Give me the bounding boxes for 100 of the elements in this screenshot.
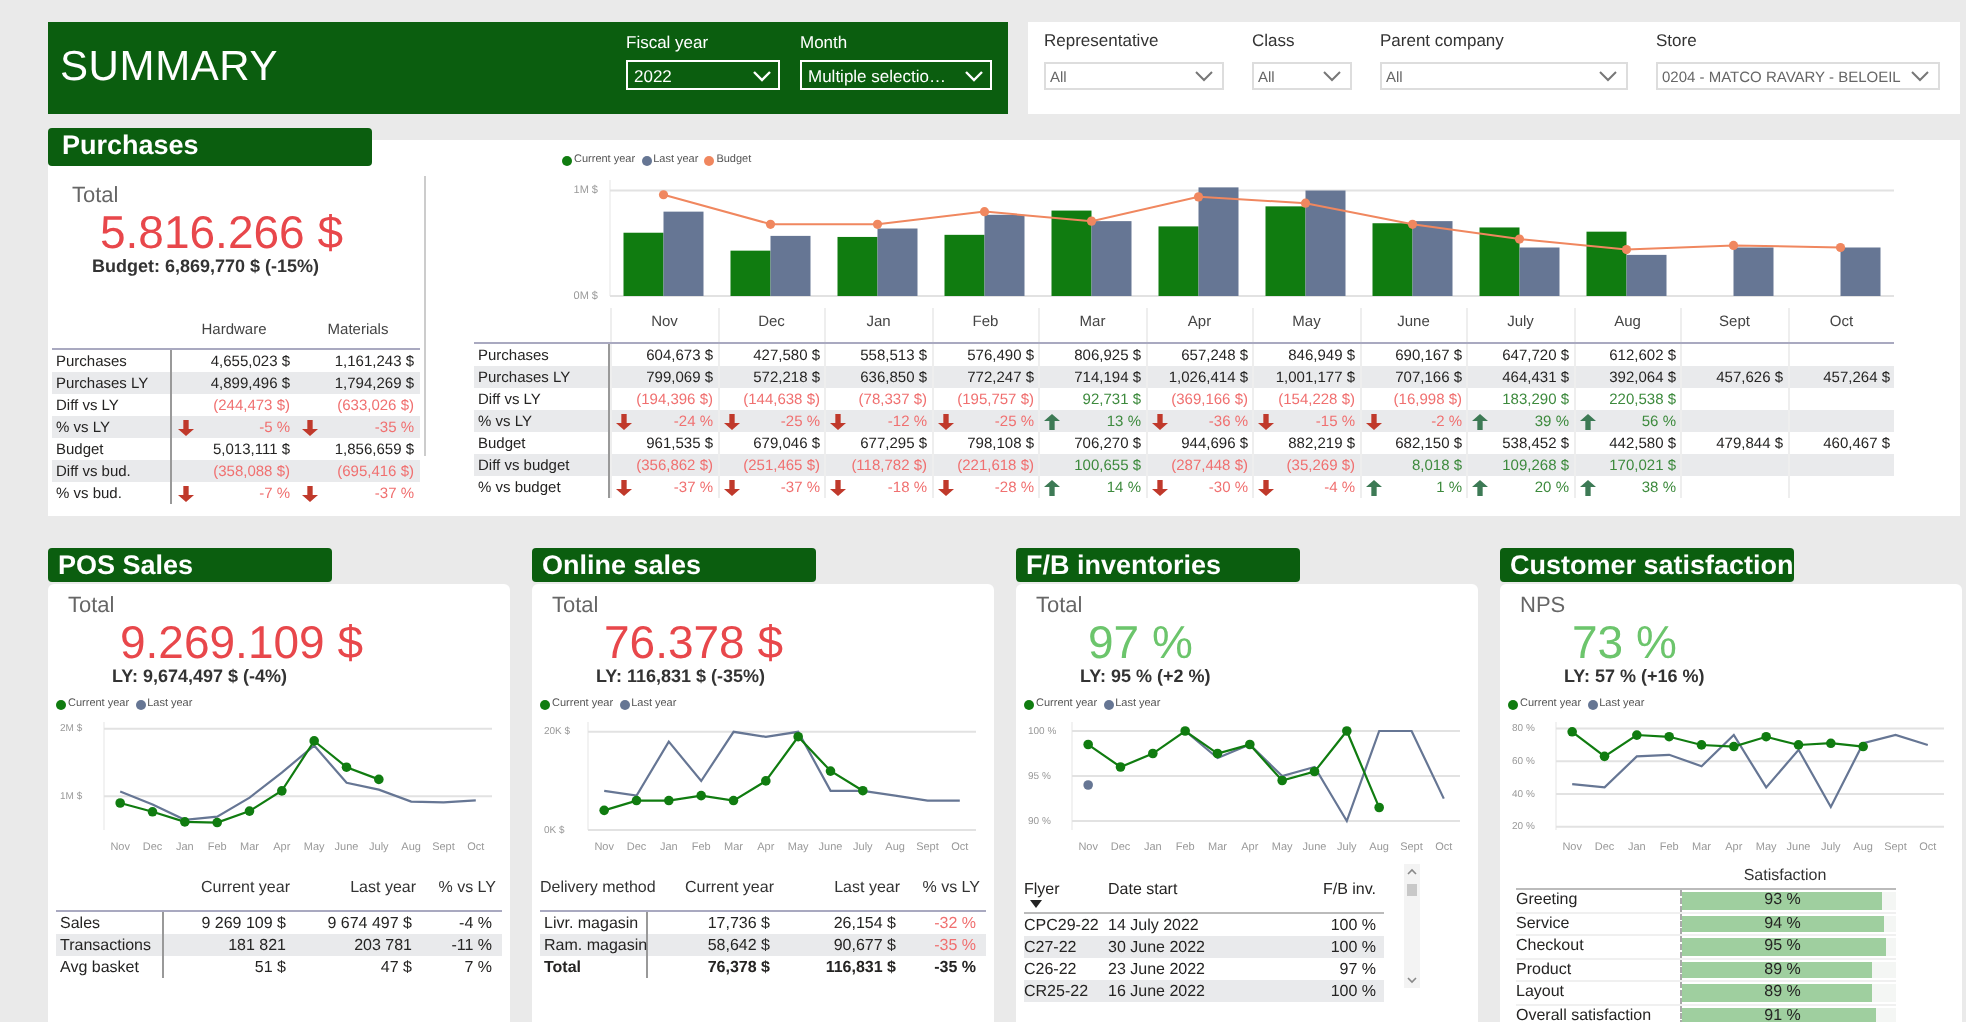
point (1309, 766, 1320, 777)
column-header[interactable]: Flyer (1024, 876, 1108, 912)
up-arrow-icon (1044, 479, 1060, 495)
comparison-text: Budget: 6,869,770 $ (-15%) (90, 256, 322, 276)
table-cell-text: 51 $ (252, 956, 288, 978)
column-header: % vs LY (920, 876, 980, 900)
section-title: Purchases (48, 128, 372, 166)
total-value: 76.378 $ (602, 618, 786, 666)
point (1115, 762, 1126, 772)
total-label: Total (550, 594, 601, 618)
point (374, 774, 384, 785)
point (1729, 741, 1739, 752)
point (1567, 727, 1577, 737)
up-arrow-icon (1579, 479, 1595, 495)
table-cell-text: 89 % (1762, 982, 1803, 1003)
up-arrow-icon (1579, 413, 1595, 429)
filter-label: Store (1656, 30, 1699, 50)
down-arrow-icon (616, 479, 632, 495)
row-label: Total (540, 956, 648, 978)
down-arrow-icon (1151, 479, 1167, 495)
table-cell-text: 7 % (462, 956, 494, 978)
point (309, 736, 319, 746)
table-cell-text: -4 % (457, 912, 494, 934)
chevron-icon (752, 69, 772, 81)
filter-label: Month (800, 32, 850, 52)
point (1728, 240, 1739, 250)
point (1212, 748, 1223, 759)
point (1858, 741, 1868, 752)
table-cell-text: 58,642 $ (705, 934, 772, 956)
table-cell-text: -35 % (932, 934, 978, 956)
point (858, 785, 868, 796)
down-arrow-icon (937, 479, 953, 495)
table-cell-text: 16 June 2022 (1108, 980, 1207, 1002)
point (1835, 242, 1846, 253)
table-cell-text: 97 % (1337, 958, 1378, 980)
point (1277, 775, 1287, 786)
point (147, 806, 158, 817)
down-arrow-icon (1258, 413, 1274, 429)
total-value: 73 % (1570, 618, 1679, 666)
down-arrow-icon (302, 485, 318, 501)
sort-icon[interactable] (1030, 900, 1042, 908)
down-arrow-icon (1151, 413, 1167, 429)
table-cell-text: 26,154 $ (831, 912, 898, 934)
table-cell-text: 203 781 (352, 934, 414, 956)
row-label: Transactions (56, 934, 164, 956)
up-arrow-icon (1044, 413, 1060, 429)
table-cell-text: 116,831 $ (823, 956, 898, 978)
comparison-text: LY: 116,831 $ (-35%) (594, 666, 768, 686)
row-label: Avg basket (56, 956, 164, 978)
point (1148, 748, 1158, 759)
table-cell-text: 17,736 $ (705, 912, 772, 934)
bar (944, 234, 985, 296)
point (765, 219, 776, 229)
down-arrow-icon (830, 413, 846, 429)
section-title: Customer satisfaction (1500, 548, 1794, 582)
bar (730, 250, 771, 296)
bar (1412, 221, 1453, 296)
point (1374, 802, 1384, 813)
filter-label: Class (1252, 30, 1297, 50)
point (1300, 198, 1311, 208)
table-cell-text: 100 % (1328, 936, 1378, 958)
point (728, 795, 739, 806)
total-label: Total (70, 184, 121, 208)
table-cell-text: 100 % (1328, 980, 1378, 1002)
table-title: Satisfaction (1741, 864, 1829, 888)
column-header: Last year (832, 876, 900, 900)
page-title: SUMMARY (60, 44, 279, 92)
point (1407, 219, 1418, 229)
bar (1265, 206, 1306, 296)
table-cell-text: 76,378 $ (705, 956, 772, 978)
point (115, 798, 125, 808)
dropdown[interactable]: 2022 (626, 60, 780, 90)
bar (663, 211, 704, 296)
bar (623, 232, 664, 296)
table-cell-text: 9 674 497 $ (325, 912, 414, 934)
dropdown[interactable]: Multiple selectio… (800, 60, 992, 90)
point (1083, 780, 1093, 790)
table-cell-text: C27-22 (1024, 936, 1079, 958)
point (631, 795, 642, 806)
point (244, 806, 255, 816)
point (1193, 192, 1204, 202)
point (1761, 731, 1771, 742)
down-arrow-icon (723, 413, 739, 429)
point (658, 190, 669, 200)
point (825, 766, 836, 776)
table-cell-text: CR25-22 (1024, 980, 1091, 1002)
total-label: Total (1034, 594, 1085, 618)
row-label: Ram. magasin (540, 934, 648, 956)
bar (837, 236, 878, 296)
bar (1840, 247, 1881, 296)
chevron-icon (1910, 70, 1930, 82)
total-label: Total (66, 594, 117, 618)
scrollbar[interactable] (1404, 864, 1420, 988)
point (599, 805, 609, 816)
bar (1051, 210, 1092, 296)
table-cell-text: 100 % (1328, 914, 1378, 936)
point (761, 776, 771, 786)
point (1514, 234, 1525, 244)
table-cell-text: 90,677 $ (831, 934, 898, 956)
chevron-icon (964, 69, 984, 81)
